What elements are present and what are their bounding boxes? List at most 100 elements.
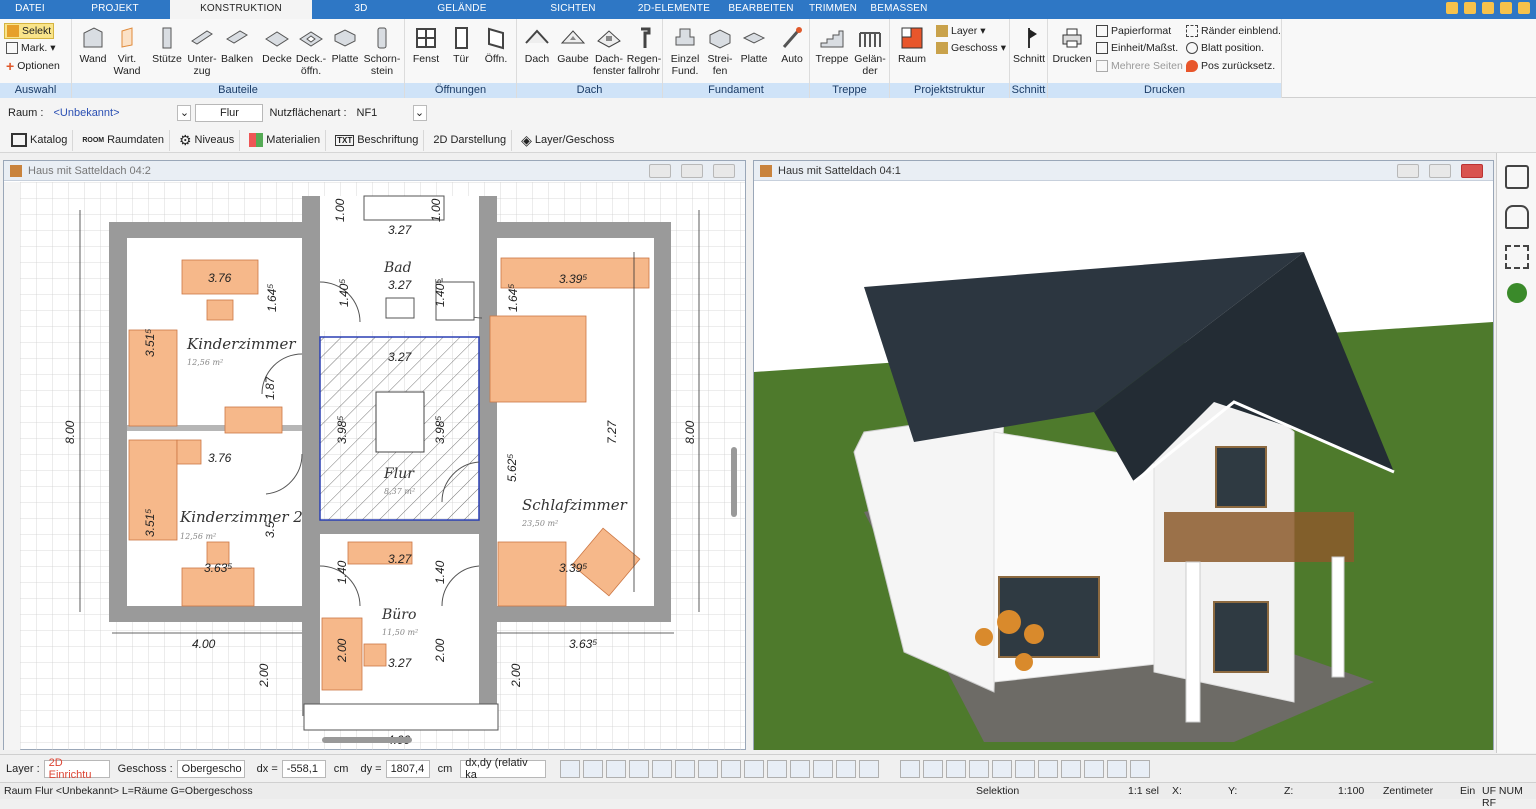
snap-icon[interactable] [790,759,811,778]
3d-maximize-button[interactable] [1429,164,1451,178]
raum-select[interactable]: <Unbekannt> [49,104,177,122]
menu-2d-elemente[interactable]: 2D-ELEMENTE [632,0,716,19]
snap-icon[interactable] [859,759,880,778]
optionen-button[interactable]: + Optionen [6,58,60,74]
mehrere-seiten-button[interactable]: Mehrere Seiten [1096,58,1183,74]
3d-close-button[interactable] [1461,164,1483,178]
tree-icon[interactable] [1507,283,1527,303]
menu-projekt[interactable]: PROJEKT [60,0,170,19]
regenfallrohr-button[interactable]: Regen- fallrohr [625,25,663,77]
plan-maximize-button[interactable] [681,164,703,178]
dy-input[interactable]: 1807,4 [385,759,430,778]
layer-geschoss-button[interactable]: ◈ Layer/Geschoss [516,130,619,151]
vertical-scrollbar[interactable] [731,447,737,517]
katalog-button[interactable]: Katalog [6,129,74,151]
view-icon[interactable] [1015,759,1036,778]
nutzflaechenart-dropdown-icon[interactable]: ⌄ [412,105,427,121]
2d-darstellung-button[interactable]: 2D Darstellung [428,129,513,151]
fenster-button[interactable]: Fenst [409,25,443,65]
menu-gelaende[interactable]: GELÄNDE [410,0,514,19]
schornstein-button[interactable]: Schorn- stein [362,25,402,77]
selekt-button[interactable]: Selekt [4,23,55,39]
menu-3d[interactable]: 3D [312,0,410,19]
schnitt-button[interactable]: Schnitt [1010,25,1048,65]
plan-close-button[interactable] [713,164,735,178]
close-icon[interactable] [1518,2,1530,14]
plan-minimize-button[interactable] [649,164,671,178]
view-icon[interactable] [1107,759,1128,778]
raender-button[interactable]: Ränder einblend. [1186,23,1281,39]
menu-sichten[interactable]: SICHTEN [514,0,632,19]
blatt-position-button[interactable]: Blatt position. [1186,40,1264,56]
3d-scene[interactable] [754,182,1493,750]
layer-select[interactable]: 2D Einrichtu [43,757,110,781]
view-icon[interactable] [900,759,921,778]
flur-input[interactable]: Flur [195,104,264,122]
virt-wand-button[interactable]: Virt. Wand [112,25,142,77]
oeffnung-button[interactable]: Öffn. [479,25,513,65]
unterzug-button[interactable]: Unter- zug [186,25,218,77]
snap-icon[interactable] [606,759,627,778]
floor-plan-canvas[interactable]: Kinderzimmer 12,56 m² Kinderzimmer 2 12,… [4,182,745,750]
wand-button[interactable]: Wand [76,25,110,65]
fundamentplatte-button[interactable]: Platte [737,25,771,65]
pos-zuruecksetzen-button[interactable]: Pos zurücksetz. [1186,58,1275,74]
gaube-button[interactable]: Gaube [555,25,591,65]
snap-icon[interactable] [629,759,650,778]
stuetze-button[interactable]: Stütze [150,25,184,65]
snap-icon[interactable] [583,759,604,778]
chair-icon[interactable] [1505,205,1529,229]
menu-datei[interactable]: DATEI [0,0,60,19]
snap-icon[interactable] [836,759,857,778]
tools-icon[interactable] [1446,2,1458,14]
beschriftung-button[interactable]: TXT Beschriftung [330,129,425,151]
platte-button[interactable]: Platte [328,25,362,65]
layer-button[interactable]: Layer ▾ [936,23,986,39]
dx-input[interactable]: -558,1 [281,759,326,778]
niveaus-button[interactable]: ⚙ Niveaus [174,129,241,151]
deckenoeffnung-button[interactable]: Deck.- öffn. [294,25,328,77]
relative-mode-select[interactable]: dx,dy (relativ ka [460,757,547,781]
geschoss-select[interactable]: Obergescho [176,759,245,778]
nutzflaechenart-select[interactable]: NF1 [353,104,413,122]
auto-button[interactable]: Auto [775,25,809,65]
3d-minimize-button[interactable] [1397,164,1419,178]
materialien-button[interactable]: Materialien [244,129,327,151]
view-icon[interactable] [946,759,967,778]
treppe-button[interactable]: Treppe [814,25,850,65]
view-icon[interactable] [1038,759,1059,778]
snap-icon[interactable] [652,759,673,778]
tuer-button[interactable]: Tür [445,25,477,65]
einzelfundament-button[interactable]: Einzel Fund. [665,25,705,77]
horizontal-scrollbar[interactable] [322,737,412,743]
snap-icon[interactable] [744,759,765,778]
view-icon[interactable] [923,759,944,778]
balken-button[interactable]: Balken [220,25,254,65]
snap-icon[interactable] [813,759,834,778]
snap-icon[interactable] [560,759,581,778]
layers-stack-icon[interactable] [1505,165,1529,189]
view-icon[interactable] [1084,759,1105,778]
raum-dropdown-icon[interactable]: ⌄ [177,105,192,121]
geschoss-button[interactable]: Geschoss ▾ [936,40,1006,56]
view-icon[interactable] [992,759,1013,778]
decke-button[interactable]: Decke [260,25,294,65]
menu-trimmen[interactable]: TRIMMEN [806,0,860,19]
menu-bemassen[interactable]: BEMASSEN [860,0,938,19]
folder-icon[interactable] [1464,2,1476,14]
gelaender-button[interactable]: Gelän- der [852,25,888,77]
streifen-button[interactable]: Strei- fen [703,25,737,77]
snap-icon[interactable] [767,759,788,778]
snap-icon[interactable] [675,759,696,778]
mark-button[interactable]: Mark. ▾ [6,40,56,56]
fit-view-icon[interactable] [1505,245,1529,269]
drucken-button[interactable]: Drucken [1050,25,1094,65]
view-icon[interactable] [1061,759,1082,778]
restore-icon[interactable] [1500,2,1512,14]
menu-bearbeiten[interactable]: BEARBEITEN [716,0,806,19]
papierformat-button[interactable]: Papierformat [1096,23,1171,39]
snap-icon[interactable] [698,759,719,778]
snap-icon[interactable] [721,759,742,778]
view-icon[interactable] [1130,759,1151,778]
raumdaten-button[interactable]: ROOM Raumdaten [77,129,170,151]
